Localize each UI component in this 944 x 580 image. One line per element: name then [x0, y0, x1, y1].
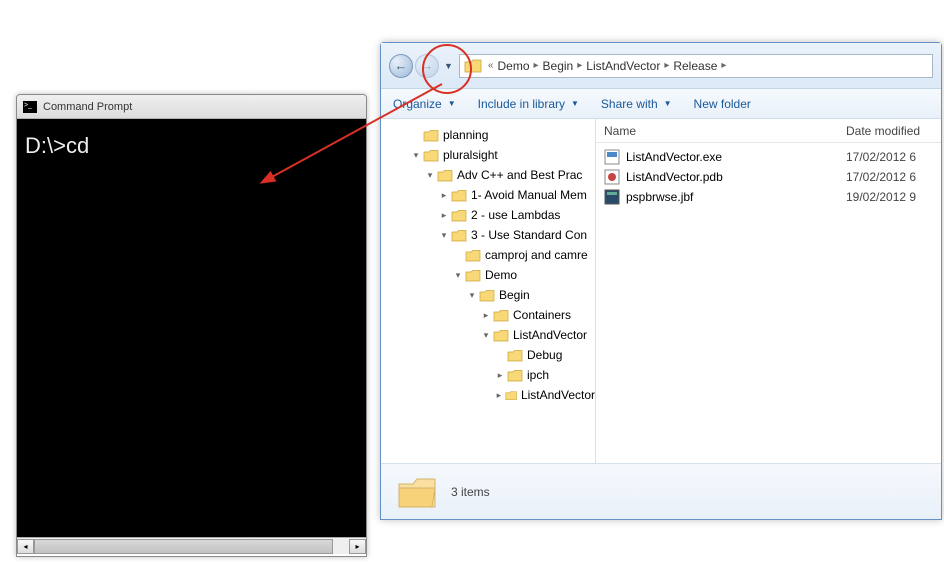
tree-label: ipch — [527, 368, 549, 382]
tree-label: Containers — [513, 308, 571, 322]
tree-item[interactable]: ▾ Demo — [381, 265, 595, 285]
cmd-body[interactable]: D:\>cd — [17, 119, 366, 537]
status-text: 3 items — [451, 485, 490, 499]
chevron-right-icon: ▸ — [534, 60, 539, 71]
tree-item[interactable]: ▾ ListAndVector — [381, 325, 595, 345]
tree-label: ListAndVector — [521, 388, 595, 402]
file-name: ListAndVector.exe — [626, 150, 846, 164]
new-folder-button[interactable]: New folder — [694, 97, 751, 111]
tree-item[interactable]: ▾ pluralsight — [381, 145, 595, 165]
column-date[interactable]: Date modified — [846, 124, 920, 138]
tree-item[interactable]: ▾ 3 - Use Standard Con — [381, 225, 595, 245]
tree-label: pluralsight — [443, 148, 498, 162]
nav-forward-button[interactable]: → — [415, 54, 439, 78]
breadcrumb-item[interactable]: Release — [671, 59, 719, 73]
tree-toggle-icon[interactable]: ▾ — [467, 290, 477, 301]
folder-icon — [464, 59, 482, 73]
tree-label: ListAndVector — [513, 328, 587, 342]
breadcrumb-item[interactable]: ListAndVector — [584, 59, 662, 73]
arrow-right-icon: → — [421, 58, 434, 73]
tree-item[interactable]: ▸ Containers — [381, 305, 595, 325]
tree-toggle-icon[interactable]: ▸ — [439, 210, 449, 221]
cmd-hscrollbar[interactable]: ◂ ▸ — [17, 537, 366, 554]
chevron-right-icon: ▸ — [577, 60, 582, 71]
scroll-left-button[interactable]: ◂ — [17, 539, 34, 554]
file-row[interactable]: ListAndVector.pdb17/02/2012 6 — [596, 167, 941, 187]
command-prompt-window: Command Prompt D:\>cd ◂ ▸ — [16, 94, 367, 557]
arrow-left-icon: ← — [395, 58, 408, 73]
file-date: 19/02/2012 9 — [846, 190, 916, 204]
tree-label: Begin — [499, 288, 530, 302]
cmd-line: D:\>cd — [25, 133, 358, 159]
cmd-titlebar[interactable]: Command Prompt — [17, 95, 366, 119]
tree-item[interactable]: ▸ 1- Avoid Manual Mem — [381, 185, 595, 205]
tree-item[interactable]: ▸ ListAndVector — [381, 385, 595, 405]
nav-back-button[interactable]: ← — [389, 54, 413, 78]
tree-item[interactable]: ▸ 2 - use Lambdas — [381, 205, 595, 225]
tree-toggle-icon[interactable]: ▾ — [425, 170, 435, 181]
tree-item[interactable]: camproj and camre — [381, 245, 595, 265]
folder-tree[interactable]: planning ▾ pluralsight ▾ Adv C++ and Best Pr… — [381, 119, 596, 463]
tree-toggle-icon[interactable]: ▾ — [481, 330, 491, 341]
chevron-down-icon: ▼ — [448, 99, 456, 108]
column-name[interactable]: Name — [596, 124, 846, 138]
list-rows: ListAndVector.exe17/02/2012 6ListAndVect… — [596, 143, 941, 211]
include-in-library-menu[interactable]: Include in library▼ — [478, 97, 579, 111]
status-bar: 3 items — [381, 463, 941, 519]
scroll-track[interactable] — [34, 539, 349, 554]
organize-menu[interactable]: Organize▼ — [393, 97, 456, 111]
tree-label: Debug — [527, 348, 562, 362]
explorer-titlebar: ← → ▼ « Demo ▸ Begin ▸ ListAndVector ▸ R… — [381, 43, 941, 89]
tree-toggle-icon[interactable]: ▾ — [439, 230, 449, 241]
tree-toggle-icon[interactable]: ▸ — [495, 390, 503, 401]
chevron-right-icon: ▸ — [721, 60, 726, 71]
pdb-file-icon — [604, 169, 620, 185]
tree-item[interactable]: planning — [381, 125, 595, 145]
tree-toggle-icon[interactable]: ▾ — [453, 270, 463, 281]
nav-history-dropdown[interactable]: ▼ — [444, 61, 453, 71]
tree-item[interactable]: ▾ Begin — [381, 285, 595, 305]
file-row[interactable]: pspbrwse.jbf19/02/2012 9 — [596, 187, 941, 207]
cmd-app-icon — [23, 101, 37, 113]
file-date: 17/02/2012 6 — [846, 150, 916, 164]
file-row[interactable]: ListAndVector.exe17/02/2012 6 — [596, 147, 941, 167]
tree-label: 1- Avoid Manual Mem — [471, 188, 587, 202]
explorer-window: ← → ▼ « Demo ▸ Begin ▸ ListAndVector ▸ R… — [380, 42, 942, 520]
tree-toggle-icon[interactable]: ▸ — [495, 370, 505, 381]
breadcrumb-item[interactable]: Begin — [541, 59, 576, 73]
tree-toggle-icon[interactable]: ▸ — [481, 310, 491, 321]
scroll-right-button[interactable]: ▸ — [349, 539, 366, 554]
tree-item[interactable]: Debug — [381, 345, 595, 365]
jbf-file-icon — [604, 189, 620, 205]
file-name: ListAndVector.pdb — [626, 170, 846, 184]
tree-item[interactable]: ▾ Adv C++ and Best Prac — [381, 165, 595, 185]
folder-large-icon — [397, 474, 437, 510]
tree-label: 3 - Use Standard Con — [471, 228, 587, 242]
tree-label: Demo — [485, 268, 517, 282]
chevron-icon: « — [488, 60, 494, 71]
tree-toggle-icon[interactable]: ▸ — [439, 190, 449, 201]
share-with-menu[interactable]: Share with▼ — [601, 97, 672, 111]
cmd-title: Command Prompt — [43, 101, 132, 113]
tree-toggle-icon[interactable]: ▾ — [411, 150, 421, 161]
tree-label: 2 - use Lambdas — [471, 208, 560, 222]
chevron-right-icon: ▸ — [664, 60, 669, 71]
explorer-body: planning ▾ pluralsight ▾ Adv C++ and Best Pr… — [381, 119, 941, 463]
file-list: Name Date modified ListAndVector.exe17/0… — [596, 119, 941, 463]
exe-file-icon — [604, 149, 620, 165]
file-name: pspbrwse.jbf — [626, 190, 846, 204]
scroll-thumb[interactable] — [34, 539, 333, 554]
list-header[interactable]: Name Date modified — [596, 119, 941, 143]
chevron-down-icon: ▼ — [664, 99, 672, 108]
tree-label: planning — [443, 128, 488, 142]
file-date: 17/02/2012 6 — [846, 170, 916, 184]
tree-label: camproj and camre — [485, 248, 588, 262]
tree-label: Adv C++ and Best Prac — [457, 168, 582, 182]
explorer-toolbar: Organize▼ Include in library▼ Share with… — [381, 89, 941, 119]
tree-item[interactable]: ▸ ipch — [381, 365, 595, 385]
breadcrumb-item[interactable]: Demo — [495, 59, 531, 73]
address-bar[interactable]: « Demo ▸ Begin ▸ ListAndVector ▸ Release… — [459, 54, 933, 78]
chevron-down-icon: ▼ — [571, 99, 579, 108]
